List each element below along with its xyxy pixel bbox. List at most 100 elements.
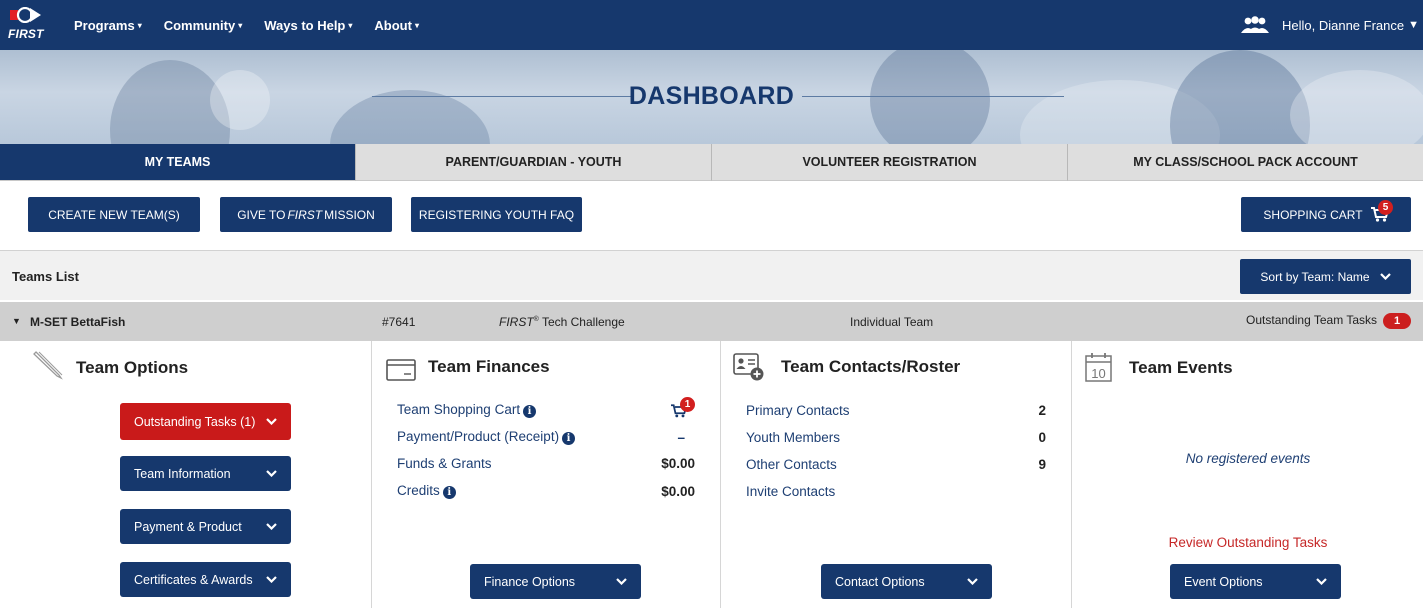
other-contacts-label: Other Contacts <box>746 457 837 472</box>
tab-volunteer-registration[interactable]: VOLUNTEER REGISTRATION <box>711 144 1067 181</box>
info-icon[interactable]: i <box>523 405 537 418</box>
team-events-title: Team Events <box>1129 358 1233 377</box>
contact-options-button[interactable]: Contact Options <box>821 564 992 599</box>
team-row[interactable]: ▼ M-SET BettaFish #7641 FIRST® Tech Chal… <box>0 302 1423 341</box>
calendar-day-number: 10 <box>1091 366 1105 381</box>
chevron-down-icon <box>266 576 277 583</box>
certificates-awards-button[interactable]: Certificates & Awards <box>120 562 291 597</box>
first-logo[interactable]: FIRST <box>0 0 62 50</box>
pencil-icon <box>33 351 63 380</box>
review-outstanding-tasks-link[interactable]: Review Outstanding Tasks <box>1072 535 1423 550</box>
give-label-suffix: MISSION <box>324 207 375 222</box>
nav-programs[interactable]: Programs ▾ <box>74 18 142 33</box>
chevron-down-icon <box>266 523 277 530</box>
create-new-team-label: CREATE NEW TEAM(S) <box>48 207 180 222</box>
people-icon <box>1240 16 1269 33</box>
funds-grants-label: Funds & Grants <box>397 456 492 471</box>
top-nav: FIRST Programs ▾ Community ▾ Ways to Hel… <box>0 0 1423 50</box>
tab-parent-guardian-youth[interactable]: PARENT/GUARDIAN - YOUTH <box>355 144 711 181</box>
nav-programs-label: Programs <box>74 17 135 33</box>
user-menu[interactable]: Hello, Dianne France ▼ <box>1240 0 1419 50</box>
dashboard-banner: DASHBOARD <box>0 50 1423 144</box>
give-to-first-mission-button[interactable]: GIVE TO FIRST MISSION <box>220 197 392 232</box>
outstanding-count-badge: 1 <box>1383 313 1411 329</box>
other-contacts-count: 9 <box>1038 457 1046 472</box>
team-options-panel: Team Options Outstanding Tasks (1) Team … <box>0 341 371 608</box>
finance-options-button[interactable]: Finance Options <box>470 564 641 599</box>
chevron-down-icon <box>266 470 277 477</box>
caret-down-icon: ▾ <box>414 20 419 30</box>
team-shopping-cart-label: Team Shopping Cart <box>397 402 521 417</box>
payment-product-receipt-label: Payment/Product (Receipt) <box>397 429 560 444</box>
calendar-icon: 10 <box>1085 353 1112 382</box>
team-cart-count-badge: 1 <box>680 397 695 412</box>
team-cart-indicator[interactable]: 1 <box>671 397 695 418</box>
first-logo-icon <box>10 7 41 23</box>
program-first: FIRST <box>499 315 534 329</box>
youth-members-count: 0 <box>1038 430 1046 445</box>
chevron-down-icon <box>1379 273 1391 280</box>
nav-ways-to-help[interactable]: Ways to Help ▾ <box>264 18 352 33</box>
primary-contacts-label: Primary Contacts <box>746 403 850 418</box>
primary-contacts-count: 2 <box>1038 403 1046 418</box>
team-contacts-panel: Team Contacts/Roster Primary Contacts 2 … <box>720 341 1071 608</box>
info-icon[interactable]: i <box>442 486 456 499</box>
create-new-team-button[interactable]: CREATE NEW TEAM(S) <box>28 197 200 232</box>
invoice-icon <box>386 359 416 381</box>
shopping-cart-label: SHOPPING CART <box>1263 207 1363 222</box>
finance-row-funds-grants: Funds & Grants $0.00 <box>397 456 695 471</box>
finance-row-payment-product[interactable]: Payment/Product (Receipt) i – <box>397 429 695 445</box>
team-program: FIRST® Tech Challenge <box>499 315 625 329</box>
nav-about[interactable]: About ▾ <box>374 18 419 33</box>
invite-contacts-link[interactable]: Invite Contacts <box>746 484 835 499</box>
collapse-triangle-icon[interactable]: ▼ <box>12 316 21 326</box>
registering-youth-faq-button[interactable]: REGISTERING YOUTH FAQ <box>411 197 582 232</box>
payment-product-label: Payment & Product <box>134 519 242 534</box>
nav-community-label: Community <box>163 17 236 33</box>
contact-row-primary[interactable]: Primary Contacts 2 <box>746 403 1046 418</box>
info-icon[interactable]: i <box>562 432 576 445</box>
event-options-button[interactable]: Event Options <box>1170 564 1341 599</box>
team-type: Individual Team <box>850 315 934 329</box>
nav-about-label: About <box>374 17 412 33</box>
program-name: Tech Challenge <box>538 315 625 329</box>
caret-down-icon: ▾ <box>238 20 243 30</box>
team-information-button[interactable]: Team Information <box>120 456 291 491</box>
no-events-message: No registered events <box>1185 451 1311 466</box>
first-logo-text: FIRST <box>8 27 44 41</box>
contact-row-youth[interactable]: Youth Members 0 <box>746 430 1046 445</box>
nav-ways-to-help-label: Ways to Help <box>264 17 346 33</box>
event-options-label: Event Options <box>1184 574 1263 589</box>
contact-row-invite[interactable]: Invite Contacts <box>746 484 1046 499</box>
outstanding-team-tasks[interactable]: Outstanding Team Tasks 1 <box>1246 313 1411 329</box>
team-options-title: Team Options <box>76 358 189 377</box>
sort-dropdown[interactable]: Sort by Team: Name <box>1240 259 1411 294</box>
finance-options-label: Finance Options <box>484 574 576 589</box>
give-label-first: FIRST <box>287 207 323 222</box>
chevron-down-icon <box>266 418 277 425</box>
teams-list-label: Teams List <box>12 269 79 284</box>
give-label-prefix: GIVE TO <box>237 207 286 222</box>
nav-community[interactable]: Community ▾ <box>164 18 243 33</box>
youth-members-label: Youth Members <box>746 430 841 445</box>
team-finances-panel: Team Finances Team Shopping Cart i 1 Paym… <box>371 341 720 608</box>
finance-row-shopping-cart[interactable]: Team Shopping Cart i 1 <box>397 397 695 418</box>
funds-grants-value: $0.00 <box>661 456 695 471</box>
shopping-cart-button[interactable]: SHOPPING CART 5 <box>1241 197 1411 232</box>
team-contacts-title: Team Contacts/Roster <box>781 357 961 376</box>
outstanding-team-tasks-label: Outstanding Team Tasks <box>1246 313 1377 328</box>
tab-class-school-pack[interactable]: MY CLASS/SCHOOL PACK ACCOUNT <box>1067 144 1423 181</box>
contact-row-other[interactable]: Other Contacts 9 <box>746 457 1046 472</box>
caret-down-icon: ▾ <box>348 20 353 30</box>
page-title: DASHBOARD <box>628 82 795 110</box>
team-finances-title: Team Finances <box>428 357 550 376</box>
certificates-awards-label: Certificates & Awards <box>134 572 253 587</box>
payment-product-button[interactable]: Payment & Product <box>120 509 291 544</box>
payment-product-value: – <box>677 429 685 445</box>
registering-youth-faq-label: REGISTERING YOUTH FAQ <box>418 207 575 222</box>
finance-row-credits: Credits i $0.00 <box>397 483 695 499</box>
tab-my-teams[interactable]: MY TEAMS <box>0 144 355 181</box>
outstanding-tasks-button[interactable]: Outstanding Tasks (1) <box>120 403 291 440</box>
teams-list-header: Teams List Sort by Team: Name <box>0 250 1423 300</box>
outstanding-tasks-label: Outstanding Tasks (1) <box>134 414 256 429</box>
